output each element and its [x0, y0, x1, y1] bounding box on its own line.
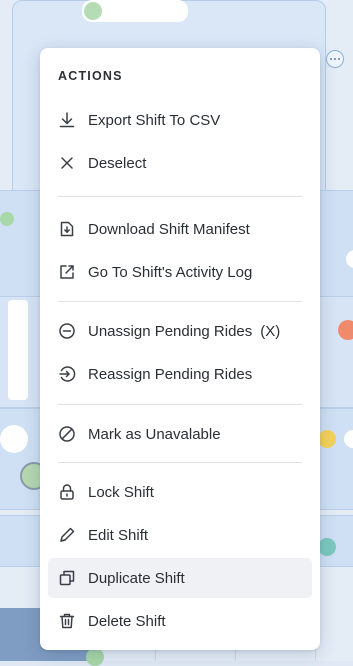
menu-item-duplicate-shift[interactable]: Duplicate Shift	[48, 558, 312, 598]
download-icon	[58, 111, 76, 129]
status-dot	[86, 648, 104, 666]
actions-menu: ACTIONS Export Shift To CSV Deselect Dow…	[40, 48, 320, 650]
menu-divider	[58, 404, 302, 405]
menu-item-label: Reassign Pending Rides	[88, 365, 253, 383]
menu-item-label: Go To Shift's Activity Log	[88, 263, 253, 281]
menu-divider	[58, 196, 302, 197]
reassign-icon	[58, 365, 76, 383]
shift-block[interactable]	[0, 425, 28, 453]
menu-item-label: Delete Shift	[88, 612, 166, 630]
menu-item-label: Lock Shift	[88, 483, 154, 501]
menu-item-deselect[interactable]: Deselect	[48, 143, 312, 183]
file-download-icon	[58, 220, 76, 238]
more-options-button[interactable]	[326, 50, 344, 68]
menu-item-delete-shift[interactable]: Delete Shift	[48, 601, 312, 641]
copy-icon	[58, 569, 76, 587]
menu-divider	[58, 301, 302, 302]
status-dot	[318, 430, 336, 448]
status-dot	[318, 538, 336, 556]
lock-icon	[58, 483, 76, 501]
menu-item-reassign-rides[interactable]: Reassign Pending Rides	[48, 354, 312, 394]
trash-icon	[58, 612, 76, 630]
menu-item-label: Edit Shift	[88, 526, 149, 544]
external-link-icon	[58, 263, 76, 281]
menu-item-edit-shift[interactable]: Edit Shift	[48, 515, 312, 555]
close-icon	[58, 154, 76, 172]
menu-item-export-csv[interactable]: Export Shift To CSV	[48, 100, 312, 140]
ban-icon	[58, 425, 76, 443]
status-dot	[84, 2, 102, 20]
menu-item-label: Duplicate Shift	[88, 569, 185, 587]
menu-heading: ACTIONS	[58, 69, 123, 83]
menu-item-mark-unavailable[interactable]: Mark as Unavalable	[48, 414, 312, 454]
minus-circle-icon	[58, 322, 76, 340]
status-dot	[338, 320, 353, 340]
menu-item-label: Mark as Unavalable	[88, 425, 221, 443]
pencil-icon	[58, 526, 76, 544]
status-dot	[0, 212, 14, 226]
menu-item-unassign-rides[interactable]: Unassign Pending Rides (X)	[48, 311, 312, 351]
menu-divider	[58, 462, 302, 463]
menu-item-download-manifest[interactable]: Download Shift Manifest	[48, 209, 312, 249]
menu-item-label: Unassign Pending Rides	[88, 322, 253, 340]
menu-item-label: Download Shift Manifest	[88, 220, 250, 238]
shift-block[interactable]	[8, 300, 28, 400]
menu-item-label: Export Shift To CSV	[88, 111, 221, 129]
menu-item-activity-log[interactable]: Go To Shift's Activity Log	[48, 252, 312, 292]
keyboard-shortcut: (X)	[260, 322, 281, 340]
menu-item-lock-shift[interactable]: Lock Shift	[48, 472, 312, 512]
menu-item-label: Deselect	[88, 154, 147, 172]
